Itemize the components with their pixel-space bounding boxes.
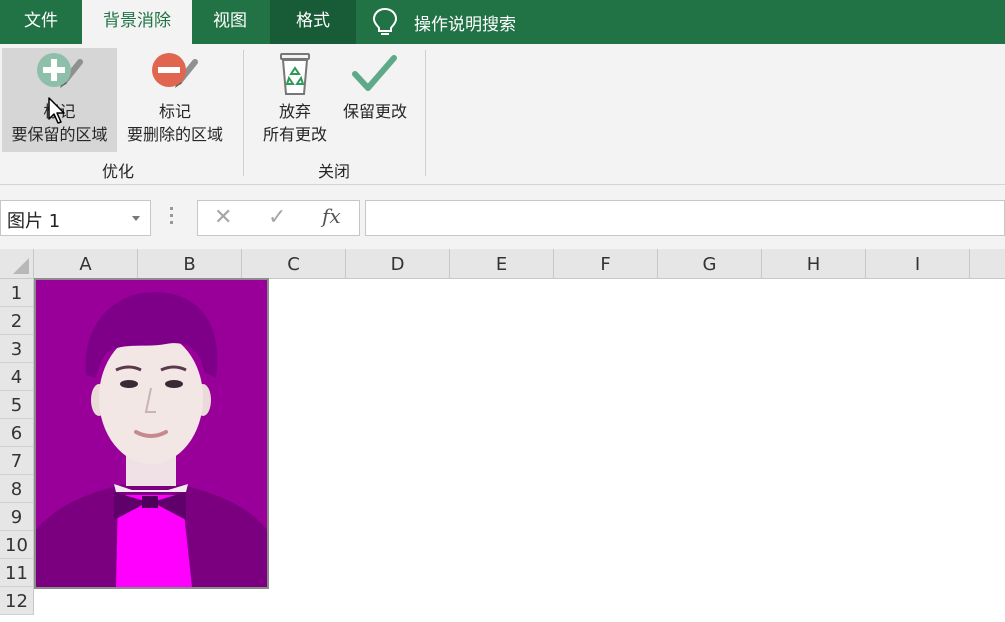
column-header[interactable]: B: [138, 249, 242, 279]
portrait-photo: [36, 280, 267, 587]
ribbon-group-separator: [425, 50, 426, 176]
column-header[interactable]: G: [658, 249, 762, 279]
discard-all-changes-button[interactable]: 放弃 所有更改: [256, 48, 334, 152]
row-header[interactable]: 8: [0, 475, 34, 503]
formula-buttons: ✕ ✓ fx: [197, 200, 360, 236]
chevron-down-icon[interactable]: [132, 216, 140, 221]
row-header[interactable]: 3: [0, 335, 34, 363]
remove-label-line1: 标记: [158, 102, 191, 121]
discard-label-line1: 放弃: [278, 102, 311, 121]
row-header[interactable]: 4: [0, 363, 34, 391]
column-header[interactable]: I: [866, 249, 970, 279]
keep-changes-label: 保留更改: [342, 102, 407, 121]
column-header[interactable]: D: [346, 249, 450, 279]
ribbon-tab-bar: 文件 背景消除 视图 格式 操作说明搜索: [0, 0, 1005, 44]
row-header[interactable]: 12: [0, 587, 34, 615]
row-header[interactable]: 6: [0, 419, 34, 447]
row-header[interactable]: 9: [0, 503, 34, 531]
row-header[interactable]: 7: [0, 447, 34, 475]
column-header[interactable]: C: [242, 249, 346, 279]
row-header[interactable]: 1: [0, 279, 34, 307]
select-all-button[interactable]: [0, 249, 34, 279]
cancel-icon[interactable]: ✕: [214, 205, 232, 230]
row-header[interactable]: 2: [0, 307, 34, 335]
lightbulb-icon: [372, 7, 398, 35]
tell-me-label: 操作说明搜索: [414, 14, 516, 35]
tell-me-search[interactable]: 操作说明搜索: [372, 0, 516, 44]
mark-areas-to-remove-button[interactable]: 标记 要删除的区域: [120, 48, 230, 152]
selected-picture[interactable]: [34, 278, 269, 589]
mouse-cursor-icon: [48, 97, 65, 124]
enter-icon[interactable]: ✓: [268, 205, 286, 230]
column-header[interactable]: A: [34, 249, 138, 279]
recycle-bin-icon: [280, 53, 310, 95]
row-header[interactable]: 10: [0, 531, 34, 559]
formula-input[interactable]: [365, 200, 1005, 236]
keep-changes-button[interactable]: 保留更改: [336, 48, 414, 152]
mark-keep-icon: [36, 53, 83, 88]
tab-view[interactable]: 视图: [192, 0, 268, 44]
name-box[interactable]: 图片 1: [0, 200, 151, 236]
name-box-value: 图片 1: [7, 211, 61, 232]
tab-background-removal[interactable]: 背景消除: [82, 0, 192, 44]
tab-format[interactable]: 格式: [270, 0, 356, 44]
remove-label-line2: 要删除的区域: [126, 125, 223, 144]
row-header[interactable]: 11: [0, 559, 34, 587]
drag-handle-icon[interactable]: [170, 207, 174, 227]
keep-label-line2: 要保留的区域: [11, 125, 108, 144]
column-header[interactable]: F: [554, 249, 658, 279]
discard-label-line2: 所有更改: [262, 125, 327, 144]
formula-bar: 图片 1 ✕ ✓ fx: [0, 185, 1005, 249]
column-header[interactable]: E: [450, 249, 554, 279]
tab-file[interactable]: 文件: [0, 0, 82, 44]
group-label-refine: 优化: [101, 162, 134, 181]
insert-function-icon[interactable]: fx: [322, 204, 341, 228]
mark-remove-icon: [152, 53, 198, 88]
group-label-close: 关闭: [317, 162, 350, 181]
column-header[interactable]: H: [762, 249, 866, 279]
ribbon-panel: 标记 要保留的区域 标记 要删除的区域 放弃 所有更改 保留更改 优化 关闭: [0, 44, 1005, 185]
row-header[interactable]: 5: [0, 391, 34, 419]
column-header[interactable]: [970, 249, 1005, 279]
checkmark-icon: [352, 55, 397, 91]
